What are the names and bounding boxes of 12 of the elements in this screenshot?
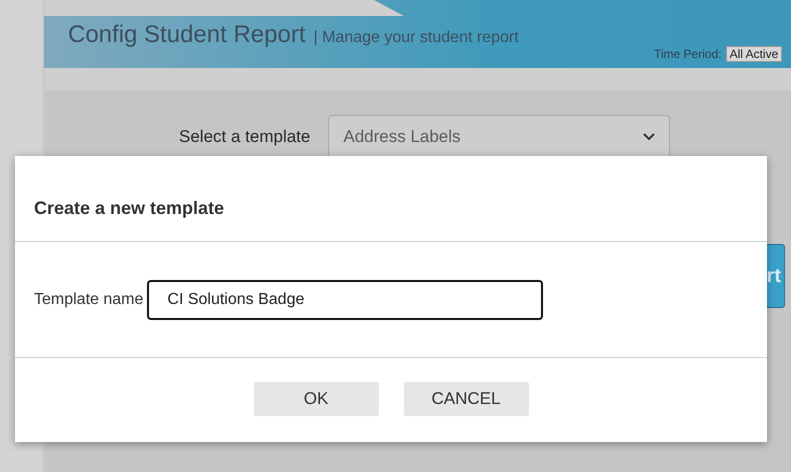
- template-name-field[interactable]: CI Solutions Badge: [147, 280, 544, 320]
- page-title: Config Student Report: [68, 20, 306, 50]
- field-label: Template name: [34, 290, 144, 310]
- time-period-label: Time Period:: [654, 46, 722, 63]
- ok-button[interactable]: OK: [254, 382, 378, 416]
- chevron-down-icon: [643, 133, 656, 141]
- time-period-select[interactable]: All Active: [726, 46, 782, 62]
- template-select[interactable]: Address Labels: [328, 115, 670, 159]
- dialog-title: Create a new template: [34, 197, 224, 220]
- page-subtitle: | Manage your student report: [313, 28, 519, 48]
- template-label: Select a template: [179, 126, 310, 148]
- cancel-button[interactable]: CANCEL: [404, 382, 528, 416]
